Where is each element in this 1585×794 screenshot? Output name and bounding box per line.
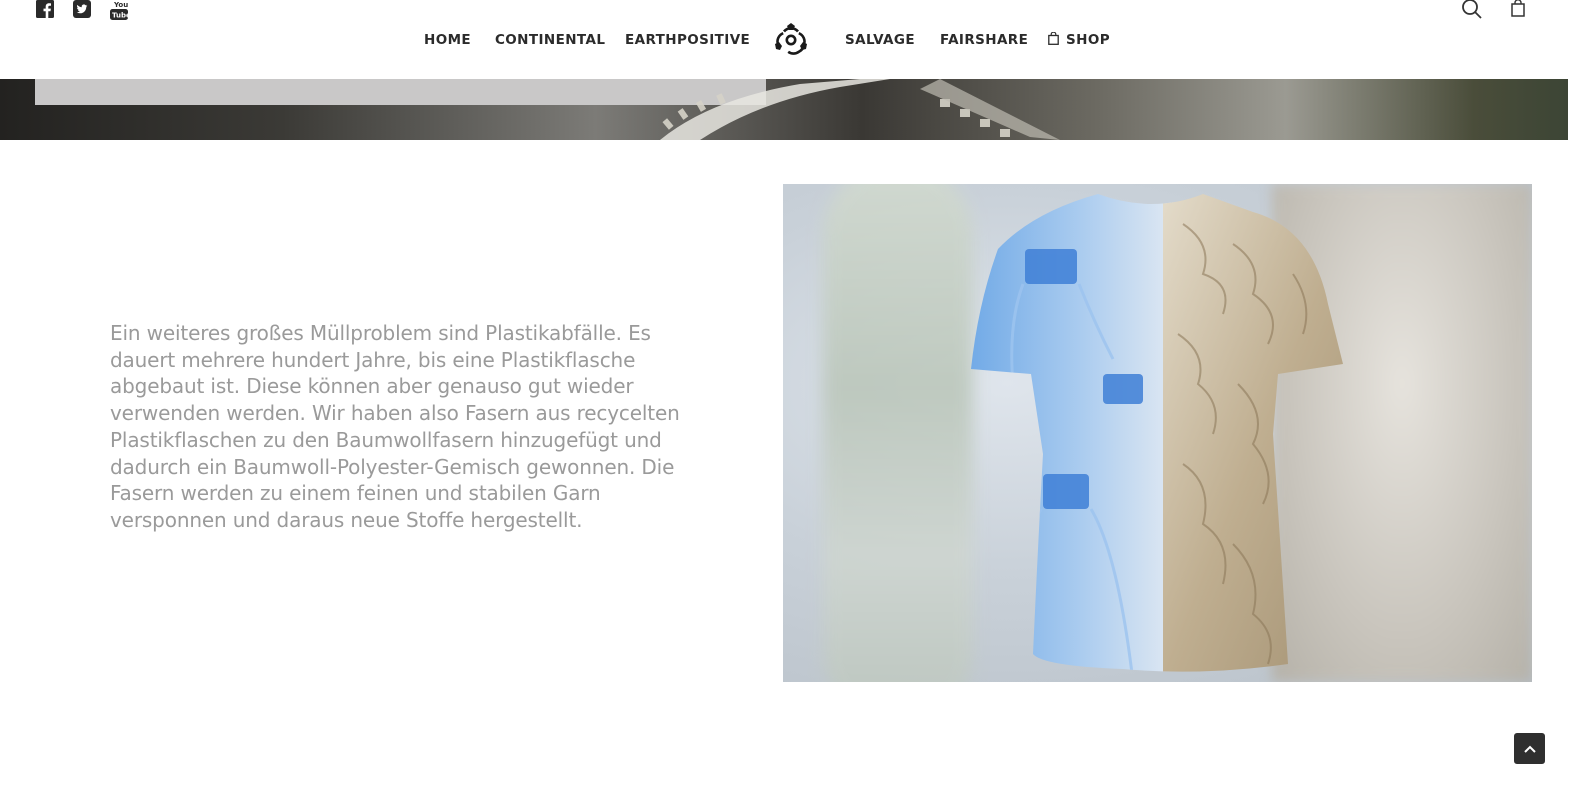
biohazard-logo-icon[interactable] xyxy=(772,22,810,58)
nav-item-home[interactable]: HOME xyxy=(424,30,471,50)
header-actions xyxy=(1460,0,1530,20)
scroll-gutter xyxy=(1568,0,1585,794)
gear-image xyxy=(660,79,1060,140)
cart-icon[interactable] xyxy=(1506,0,1530,20)
product-description: Ein weiteres großes Müllproblem sind Pla… xyxy=(110,321,680,532)
nav-item-fairshare[interactable]: FAIRSHARE xyxy=(940,30,1028,50)
nav-item-earthpositive[interactable]: EARTHPOSITIVE xyxy=(625,30,750,50)
nav-item-continental[interactable]: CONTINENTAL xyxy=(495,30,605,50)
tshirt-product-image xyxy=(783,184,1532,682)
search-icon[interactable] xyxy=(1460,0,1484,20)
svg-text:You: You xyxy=(113,1,128,9)
nav-item-salvage[interactable]: SALVAGE xyxy=(845,30,915,50)
facebook-icon[interactable] xyxy=(35,0,54,21)
back-to-top-button[interactable] xyxy=(1514,733,1545,764)
youtube-icon[interactable]: You Tube xyxy=(109,0,128,21)
hero-banner-image xyxy=(0,79,1568,140)
nav-shop-label: SHOP xyxy=(1066,32,1110,48)
social-links: You Tube xyxy=(35,0,128,21)
twitter-icon[interactable] xyxy=(72,0,91,21)
chevron-up-icon xyxy=(1523,740,1536,758)
svg-text:Tube: Tube xyxy=(112,12,128,20)
shopping-bag-icon xyxy=(1048,31,1059,51)
site-header: You Tube HOME CONTINENTAL EARTHPOSITIVE S… xyxy=(0,0,1568,79)
nav-item-shop[interactable]: SHOP xyxy=(1048,30,1110,51)
